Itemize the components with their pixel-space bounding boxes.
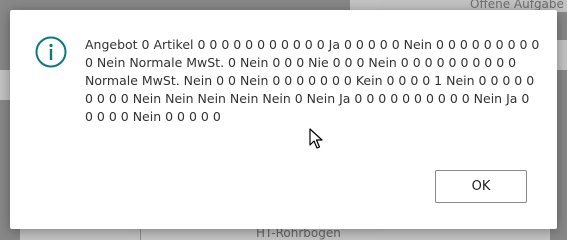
background-column-divider	[140, 228, 141, 240]
background-right-fragment	[556, 40, 567, 70]
dialog-message: Angebot 0 Artikel 0 0 0 0 0 0 0 0 0 0 0 …	[85, 37, 540, 124]
background-list-fragment: HT-Rohrbogen	[20, 226, 550, 240]
info-icon	[35, 36, 67, 68]
message-dialog: Angebot 0 Artikel 0 0 0 0 0 0 0 0 0 0 0 …	[10, 10, 557, 229]
mouse-cursor-icon	[309, 128, 323, 149]
background-left-fragment	[0, 70, 10, 100]
ok-button[interactable]: OK	[435, 170, 527, 203]
